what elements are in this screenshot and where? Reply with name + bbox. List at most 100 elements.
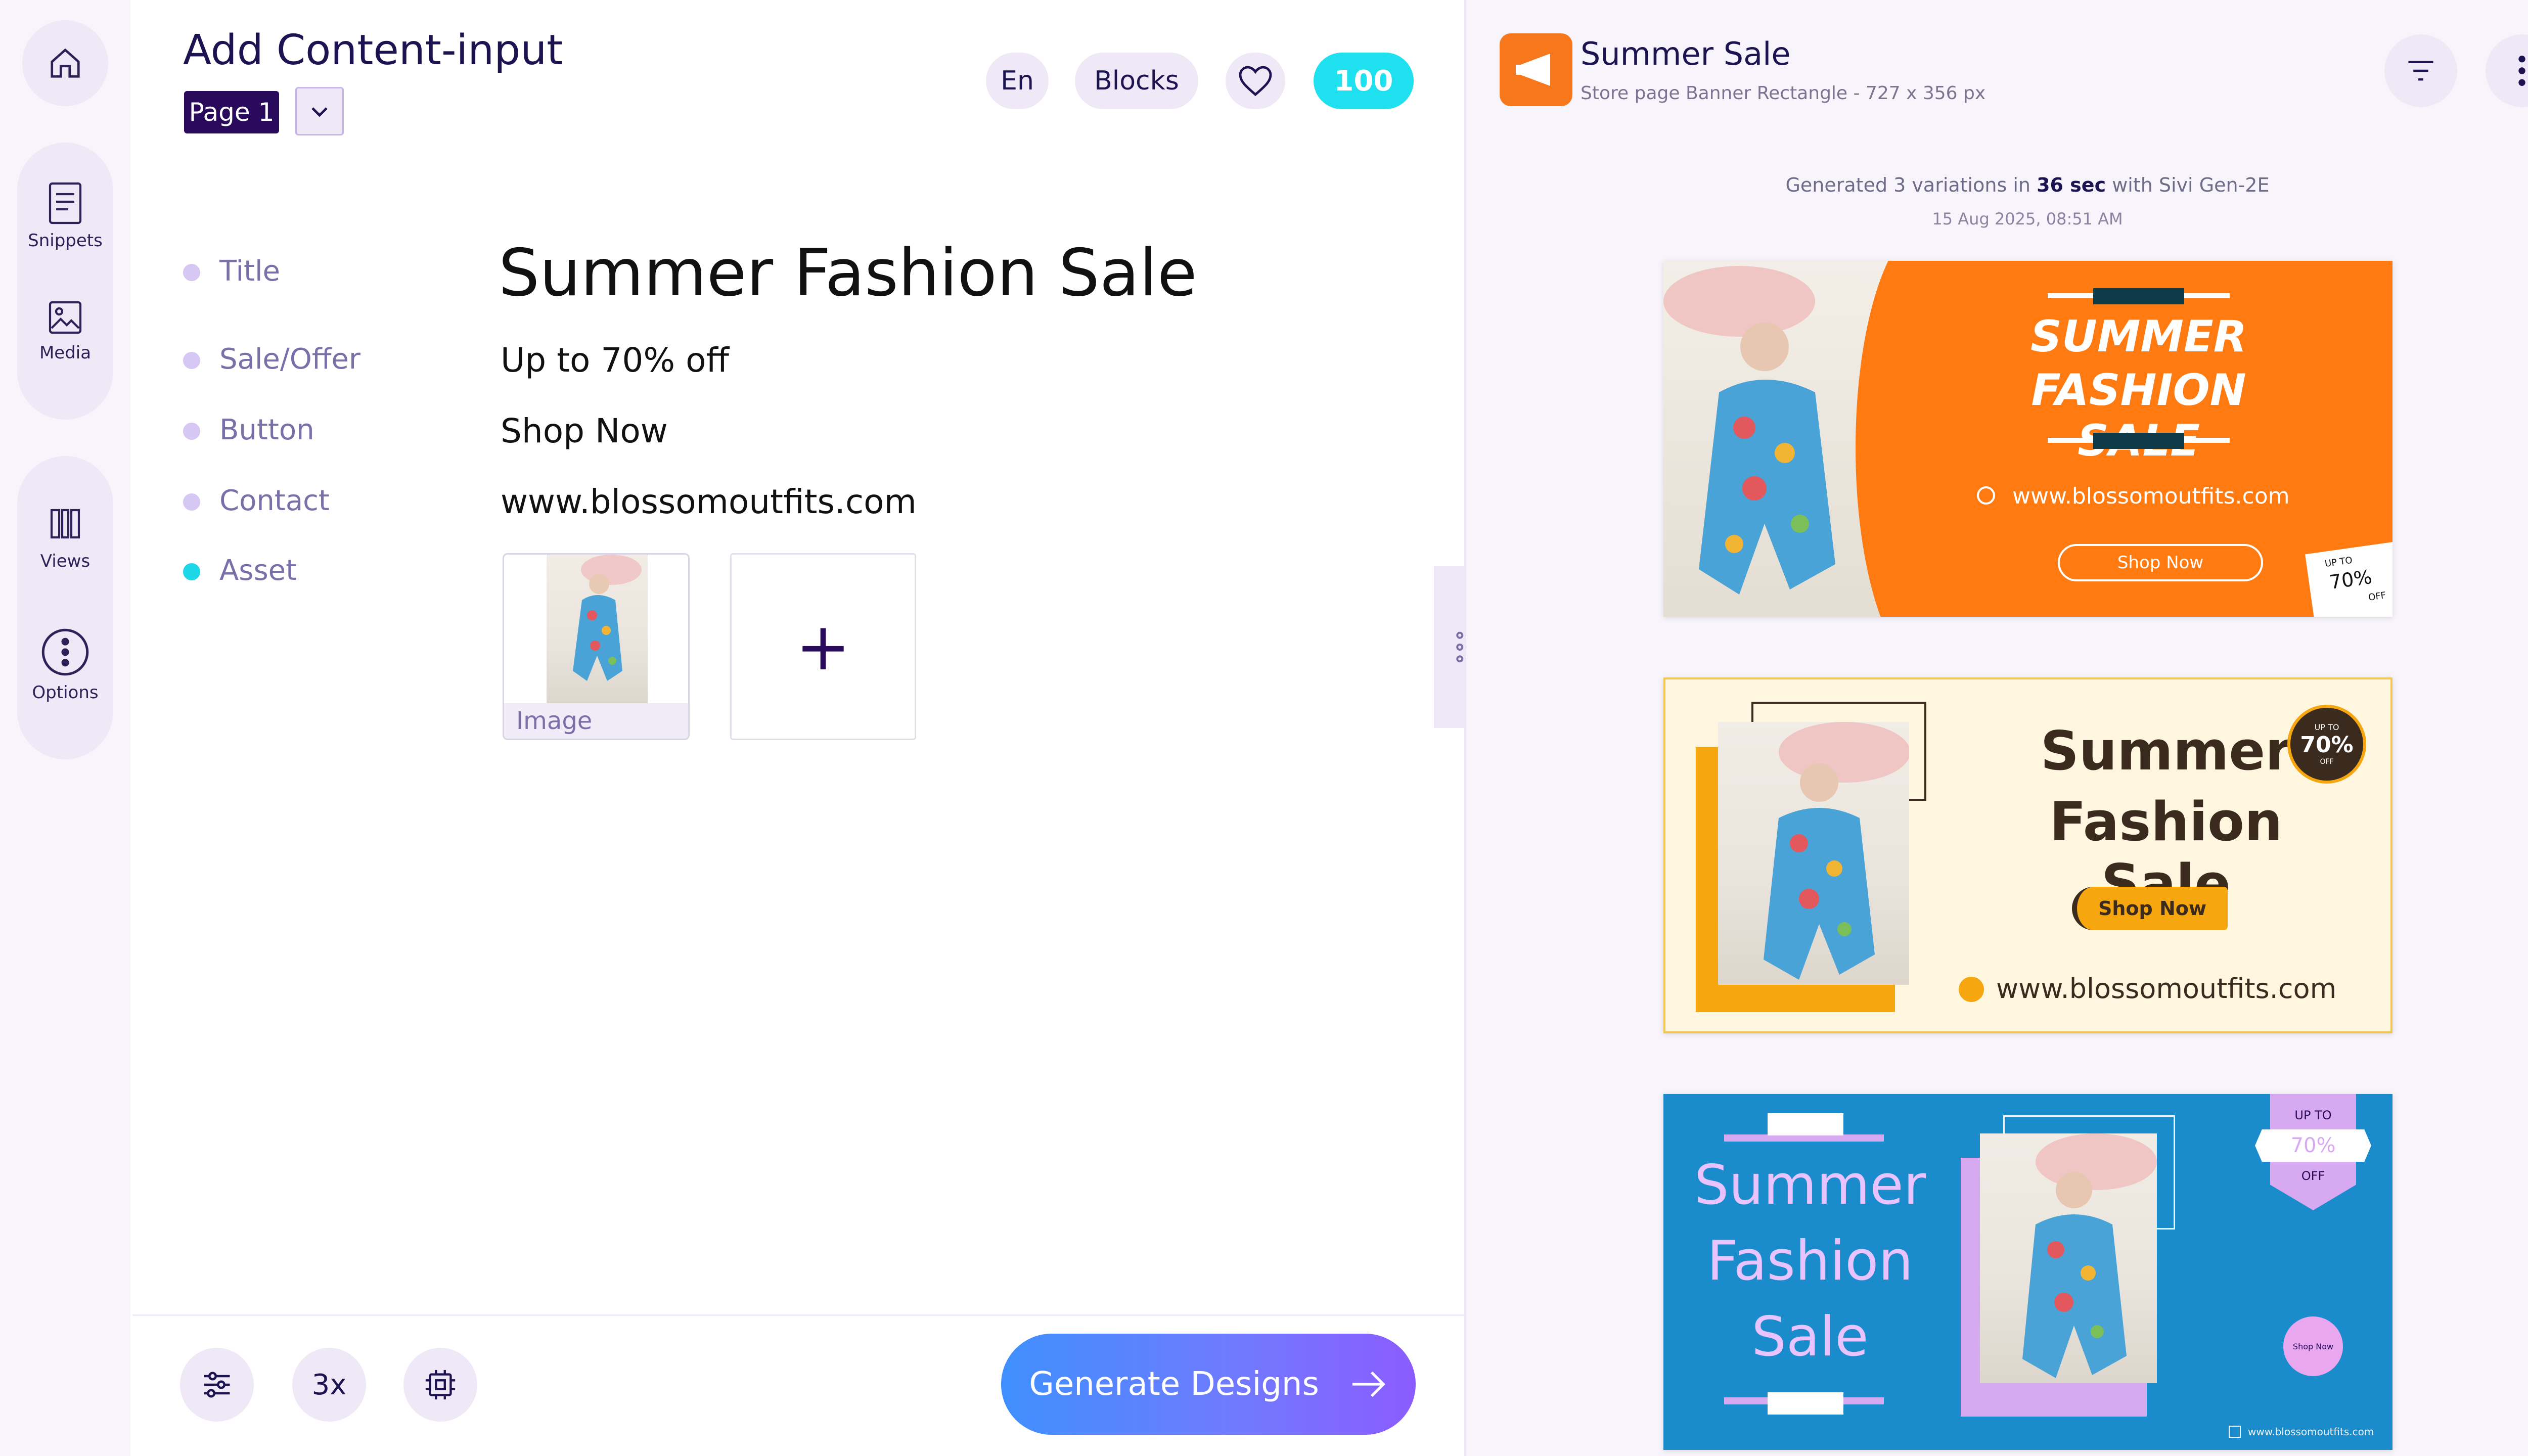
accent-block-bottom xyxy=(1768,1392,1843,1415)
home-button[interactable] xyxy=(22,20,108,106)
tag-off: OFF xyxy=(2367,590,2387,603)
sidebar-item-options[interactable]: Options xyxy=(17,627,113,703)
banner-url: www.blossomoutfits.com xyxy=(2012,483,2290,509)
badge-percent: 70% xyxy=(2300,732,2354,758)
sidebar-item-label: Options xyxy=(32,682,99,703)
field-label-button: Button xyxy=(219,414,314,446)
field-bullet-active xyxy=(183,563,200,580)
language-button[interactable]: En xyxy=(986,53,1049,109)
sidebar-item-media[interactable]: Media xyxy=(17,299,113,363)
globe-icon xyxy=(1977,486,1995,505)
model-figure xyxy=(1764,722,1909,980)
accent-block-top xyxy=(1768,1113,1843,1135)
credits-badge[interactable]: 100 xyxy=(1314,53,1414,109)
sale-offer-input[interactable]: Up to 70% off xyxy=(501,341,729,380)
banner-heading-1: SUMMER xyxy=(2030,311,2247,362)
plus-icon: + xyxy=(795,608,851,685)
gen-time: 36 sec xyxy=(2037,174,2106,196)
field-label-contact: Contact xyxy=(219,484,330,517)
arrow-right-icon xyxy=(1352,1371,1385,1397)
discount-badge: UP TO 70% OFF xyxy=(2287,705,2366,784)
model-photo xyxy=(1980,1133,2157,1383)
variation-1-banner[interactable]: SUMMER FASHION SALE www.blossomoutfits.c… xyxy=(1663,261,2392,617)
rail-group-view xyxy=(17,456,113,759)
banner-cta: Shop Now xyxy=(2072,887,2228,930)
image-icon xyxy=(49,301,82,334)
design-subtitle: Store page Banner Rectangle - 727 x 356 … xyxy=(1581,83,1986,104)
page-dropdown-button[interactable] xyxy=(295,87,344,135)
asset-caption-text: Image xyxy=(516,707,593,735)
page-title: Add Content-input xyxy=(183,26,563,74)
field-bullet xyxy=(183,423,200,440)
model-figure xyxy=(573,555,642,681)
footer-divider xyxy=(132,1314,1464,1316)
home-icon xyxy=(51,48,80,78)
asset-thumbnail[interactable]: Image xyxy=(503,553,690,740)
more-vertical-icon xyxy=(2518,56,2525,86)
variations-count-button[interactable]: 3x xyxy=(292,1348,366,1422)
blocks-button[interactable]: Blocks xyxy=(1075,53,1198,109)
filter-button[interactable] xyxy=(2384,34,2457,107)
document-icon xyxy=(49,182,82,224)
sidebar-item-label: Snippets xyxy=(28,231,103,251)
more-vertical-icon xyxy=(41,628,89,676)
asset-caption: Image xyxy=(504,703,688,739)
generation-date: 15 Aug 2025, 08:51 AM xyxy=(1932,209,2123,229)
page-selector[interactable]: Page 1 xyxy=(184,91,279,133)
banner-heading-2: FASHION SALE xyxy=(2031,365,2246,466)
gen-prefix: Generated 3 variations in xyxy=(1785,174,2030,196)
globe-icon xyxy=(2229,1426,2241,1438)
field-bullet xyxy=(183,493,200,511)
model-chip-button[interactable] xyxy=(403,1348,477,1422)
add-asset-button[interactable]: + xyxy=(730,553,916,740)
badge-off: OFF xyxy=(2320,758,2334,766)
favorite-button[interactable] xyxy=(1226,53,1285,109)
sidebar-item-views[interactable]: Views xyxy=(17,506,113,571)
sidebar-item-label: Views xyxy=(40,551,91,571)
chevron-down-icon xyxy=(311,107,328,117)
banner-heading-1: Summer xyxy=(1694,1154,1926,1217)
banner-heading-2: Fashion xyxy=(1707,1230,1913,1293)
field-bullet xyxy=(183,352,200,369)
ribbon-upto: UP TO xyxy=(2294,1108,2332,1122)
title-input[interactable]: Summer Fashion Sale xyxy=(499,236,1197,311)
generate-designs-button[interactable]: Generate Designs xyxy=(1001,1334,1416,1435)
globe-icon xyxy=(1959,977,1984,1002)
model-figure xyxy=(2022,1133,2157,1378)
banner-cta: Shop Now xyxy=(2283,1316,2343,1376)
banner-url: www.blossomoutfits.com xyxy=(1996,973,2337,1005)
campaign-icon xyxy=(1500,33,1572,106)
accent-bar-top xyxy=(1724,1134,1884,1142)
model-photo xyxy=(547,555,648,706)
sidebar-item-snippets[interactable]: Snippets xyxy=(17,182,113,251)
ribbon-off: OFF xyxy=(2301,1169,2325,1183)
banner-heading-3: Sale xyxy=(1751,1305,1869,1369)
tag-percent: 70% xyxy=(2328,565,2374,594)
banner-cta: Shop Now xyxy=(2058,544,2263,581)
columns-icon xyxy=(50,509,80,539)
sidebar-item-label: Media xyxy=(39,343,92,363)
field-label-title: Title xyxy=(219,255,281,288)
ribbon-percent: 70% xyxy=(2255,1129,2371,1162)
heart-icon xyxy=(1239,66,1272,97)
sliders-icon xyxy=(204,1372,230,1398)
tag-upto: UP TO xyxy=(2324,555,2354,570)
design-title: Summer Sale xyxy=(1581,35,1791,72)
variation-3-banner[interactable]: Summer Fashion Sale UP TO 70% OFF Shop N… xyxy=(1663,1094,2392,1450)
banner-url: www.blossomoutfits.com xyxy=(2248,1426,2374,1438)
divider-top-accent xyxy=(2093,288,2184,304)
chip-icon xyxy=(425,1370,456,1400)
discount-tag: UP TO 70% OFF xyxy=(2305,540,2392,617)
settings-sliders-button[interactable] xyxy=(180,1348,254,1422)
megaphone-icon xyxy=(1516,54,1550,86)
field-label-sale-offer: Sale/Offer xyxy=(219,343,360,376)
button-input[interactable]: Shop Now xyxy=(501,412,668,450)
field-label-asset: Asset xyxy=(219,554,297,587)
variation-2-banner[interactable]: Summer Fashion Sale UP TO 70% OFF Shop N… xyxy=(1663,677,2392,1033)
generate-label: Generate Designs xyxy=(1029,1366,1319,1403)
field-bullet xyxy=(183,264,200,281)
badge-upto: UP TO xyxy=(2314,722,2339,732)
divider-bottom-accent xyxy=(2093,433,2184,449)
contact-input[interactable]: www.blossomoutfits.com xyxy=(501,482,917,521)
gen-suffix: with Sivi Gen-2E xyxy=(2112,174,2270,196)
